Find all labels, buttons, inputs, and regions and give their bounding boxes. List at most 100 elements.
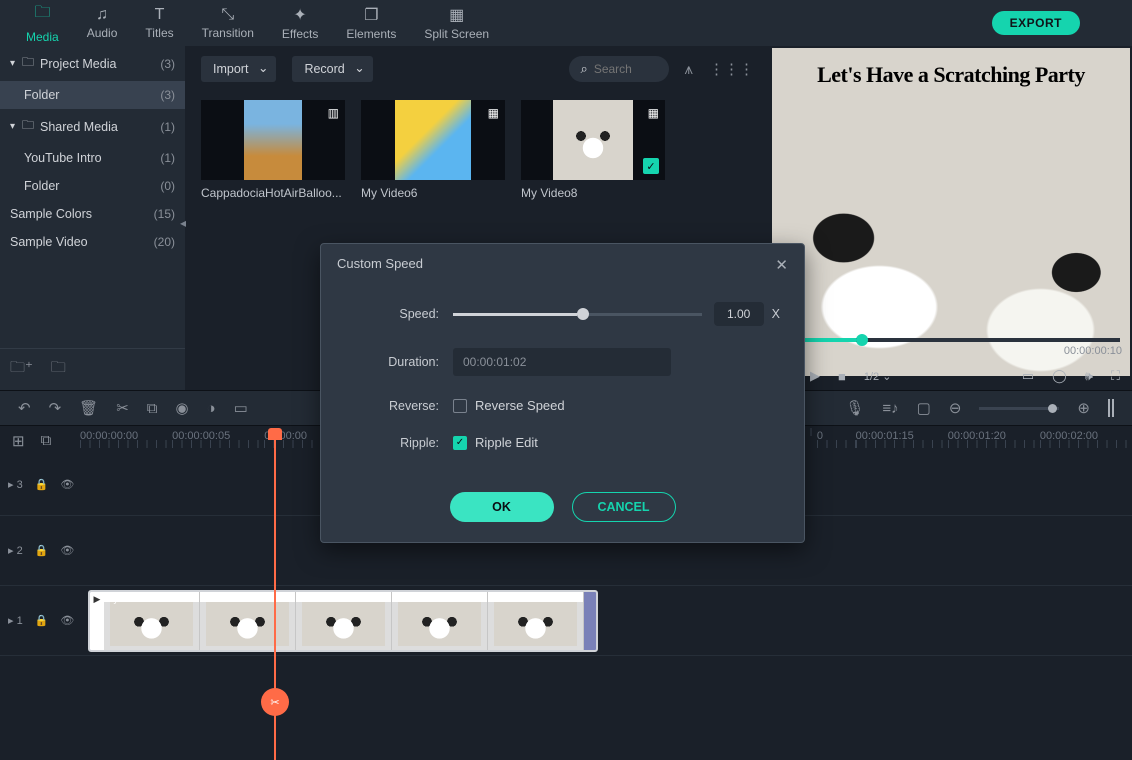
track-height-icon[interactable]	[1108, 399, 1114, 417]
marker-icon[interactable]: ▢	[917, 399, 931, 417]
add-track-icon[interactable]: ⊞	[12, 432, 25, 450]
transition-icon: ⤡	[221, 6, 234, 24]
playhead[interactable]: ✂	[275, 428, 282, 760]
search-icon: ⌕	[581, 61, 588, 77]
speed-unit: X	[772, 307, 780, 321]
ok-button[interactable]: OK	[450, 492, 554, 522]
zoom-slider[interactable]	[979, 407, 1059, 410]
nav-elements[interactable]: ❐ Elements	[332, 1, 410, 45]
split-screen-icon: ▦	[449, 5, 464, 25]
effects-icon: ✦	[293, 5, 306, 25]
speed-value-input[interactable]: 1.00	[714, 302, 764, 326]
sidebar-item-youtube-intro[interactable]: YouTube Intro(1)	[0, 144, 185, 172]
nav-label: Split Screen	[424, 27, 489, 41]
lock-icon[interactable]: 🔒	[35, 614, 49, 627]
quality-icon[interactable]: ▭	[1022, 368, 1034, 384]
nav-effects[interactable]: ✦ Effects	[268, 1, 332, 45]
eye-icon[interactable]: 👁	[60, 544, 74, 557]
media-name: My Video8	[521, 186, 665, 200]
filter-icon[interactable]: ⩚	[685, 61, 693, 78]
search-box[interactable]: ⌕	[569, 56, 669, 82]
sidebar-item-sample-video[interactable]: Sample Video(20)	[0, 228, 185, 256]
nav-split-screen[interactable]: ▦ Split Screen	[410, 1, 503, 45]
search-input[interactable]	[594, 62, 654, 76]
chevron-down-icon: ▾	[10, 58, 22, 69]
scissor-icon[interactable]: ✂	[261, 688, 289, 716]
cancel-button[interactable]: CANCEL	[572, 492, 676, 522]
preview-text-overlay: Let's Have a Scratching Party	[817, 62, 1085, 88]
nav-label: Elements	[346, 27, 396, 41]
record-dropdown[interactable]: Record	[292, 56, 372, 82]
track-label: ▸ 1	[8, 614, 23, 627]
ripple-label: Ripple:	[371, 436, 453, 450]
export-button[interactable]: EXPORT	[992, 11, 1080, 35]
dialog-title: Custom Speed	[337, 256, 423, 274]
snapshot-icon[interactable]: ◯	[1052, 368, 1067, 384]
sidebar-item-sample-colors[interactable]: Sample Colors(15)	[0, 200, 185, 228]
volume-icon[interactable]: 🕪	[1085, 368, 1093, 384]
sidebar-item-folder[interactable]: Folder(3)	[0, 81, 185, 109]
folder-icon: 🗀	[34, 1, 50, 28]
lock-icon[interactable]: 🔒	[35, 544, 49, 557]
reverse-label: Reverse:	[371, 399, 453, 413]
preview-scrubber[interactable]	[782, 338, 1120, 342]
nav-media[interactable]: 🗀Media	[12, 0, 73, 50]
track-body[interactable]: ▶ My Video8	[80, 586, 1132, 655]
crop-icon[interactable]: ⧉	[147, 400, 158, 417]
close-icon[interactable]: ✕	[775, 256, 788, 274]
media-name: My Video6	[361, 186, 505, 200]
reverse-checkbox[interactable]	[453, 399, 467, 413]
media-item[interactable]: ▥ CappadociaHotAirBalloo...	[201, 100, 345, 200]
nav-label: Effects	[282, 27, 318, 41]
top-nav: 🗀Media ♫Audio TTitles ⤡Transition ✦Effec…	[0, 0, 1132, 46]
sidebar-item-folder-2[interactable]: Folder(0)	[0, 172, 185, 200]
duration-input[interactable]: 00:00:01:02	[453, 348, 671, 376]
nav-titles[interactable]: T Titles	[131, 2, 187, 44]
elements-icon: ❐	[364, 5, 378, 25]
eye-icon[interactable]: 👁	[60, 478, 74, 491]
redo-icon[interactable]: ↷	[49, 399, 62, 417]
grid-view-icon[interactable]: ⋮⋮⋮	[709, 60, 754, 78]
delete-icon[interactable]: 🗑	[79, 399, 98, 417]
media-item[interactable]: ▦ My Video6	[361, 100, 505, 200]
timeline-clip[interactable]: ▶ My Video8	[88, 590, 598, 652]
link-icon[interactable]: ⧉	[41, 432, 52, 450]
import-dropdown[interactable]: Import	[201, 56, 276, 82]
add-folder-icon[interactable]: 🗀⁺	[10, 357, 33, 382]
sidebar-item-shared-media[interactable]: ▾🗀Shared Media(1)	[0, 109, 185, 144]
lock-icon[interactable]: 🔒	[35, 478, 49, 491]
nav-label: Transition	[202, 26, 254, 40]
undo-icon[interactable]: ↶	[18, 399, 31, 417]
color-icon[interactable]: ◑	[207, 400, 216, 417]
zoom-in-icon[interactable]: ⊕	[1077, 399, 1090, 417]
custom-speed-dialog: Custom Speed✕ Speed: 1.00 X Duration: 00…	[320, 243, 805, 543]
nav-audio[interactable]: ♫ Audio	[73, 2, 132, 44]
split-icon[interactable]: ✂	[116, 399, 129, 417]
audio-mixer-icon[interactable]: ≡♪	[882, 400, 898, 417]
nav-label: Audio	[87, 26, 118, 40]
speed-slider[interactable]	[453, 313, 702, 316]
speed-icon[interactable]: ◉	[176, 399, 189, 417]
media-name: CappadociaHotAirBalloo...	[201, 186, 345, 200]
green-screen-icon[interactable]: ▭	[234, 399, 248, 417]
track-label: ▸ 3	[8, 478, 23, 491]
eye-icon[interactable]: 👁	[60, 614, 74, 627]
preview-timecode: 00:00:00:10	[1064, 345, 1122, 357]
open-folder-icon[interactable]: 🗀	[51, 357, 66, 382]
zoom-out-icon[interactable]: ⊖	[949, 399, 962, 417]
nav-label: Titles	[145, 26, 173, 40]
nav-transition[interactable]: ⤡ Transition	[188, 2, 268, 44]
voiceover-icon[interactable]: 🎙	[845, 399, 864, 417]
preview-scale-dropdown[interactable]: 1/2 ⌄	[864, 370, 892, 383]
media-item[interactable]: ▦✓ My Video8	[521, 100, 665, 200]
play-icon[interactable]: ▶	[810, 368, 820, 384]
stop-icon[interactable]: ■	[838, 369, 846, 384]
ripple-text: Ripple Edit	[475, 435, 538, 450]
audio-icon: ♫	[96, 6, 108, 24]
ripple-checkbox[interactable]: ✓	[453, 436, 467, 450]
chevron-down-icon: ▾	[10, 121, 22, 132]
titles-icon: T	[155, 6, 165, 24]
fullscreen-icon[interactable]: ⛶	[1111, 368, 1120, 384]
sidebar-item-project-media[interactable]: ▾🗀Project Media(3)	[0, 46, 185, 81]
collapse-sidebar-icon[interactable]: ◂	[180, 216, 186, 230]
